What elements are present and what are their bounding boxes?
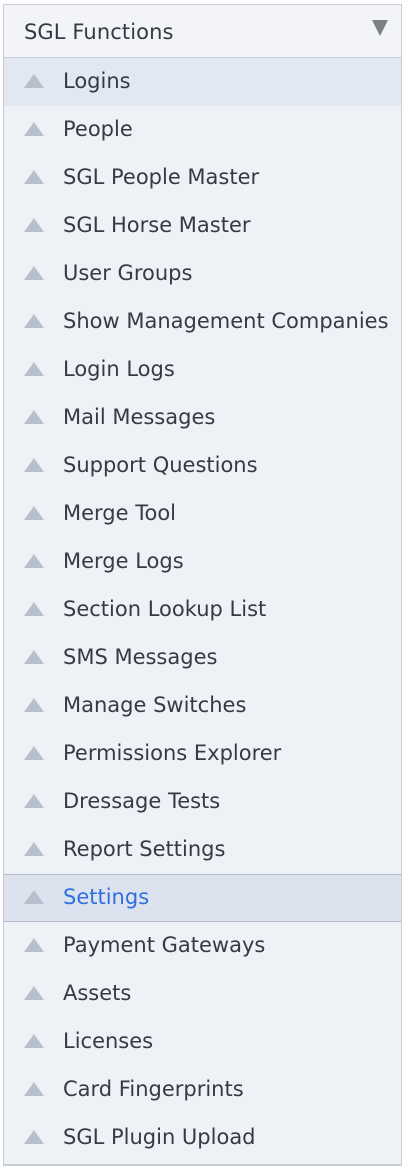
menu-item-label: SGL Plugin Upload <box>63 1125 256 1149</box>
menu-item-label: SMS Messages <box>63 645 218 669</box>
menu-item-manage-switches[interactable]: Manage Switches <box>4 682 401 730</box>
menu-item-label: Support Questions <box>63 453 258 477</box>
menu-item-people[interactable]: People <box>4 106 401 154</box>
caret-down-icon[interactable] <box>372 20 388 36</box>
menu-item-user-groups[interactable]: User Groups <box>4 250 401 298</box>
triangle-up-icon <box>24 842 44 856</box>
triangle-up-icon <box>24 74 44 88</box>
triangle-up-icon <box>24 362 44 376</box>
menu-item-label: Mail Messages <box>63 405 216 429</box>
menu-item-settings[interactable]: Settings <box>4 874 401 922</box>
menu-item-label: Payment Gateways <box>63 933 266 957</box>
triangle-up-icon <box>24 794 44 808</box>
menu-item-label: SGL Horse Master <box>63 213 251 237</box>
menu-item-label: Licenses <box>63 1029 154 1053</box>
triangle-up-icon <box>24 746 44 760</box>
triangle-up-icon <box>24 218 44 232</box>
panel-title: SGL Functions <box>24 20 174 44</box>
menu-item-permissions-explorer[interactable]: Permissions Explorer <box>4 730 401 778</box>
menu-item-section-lookup-list[interactable]: Section Lookup List <box>4 586 401 634</box>
menu-item-label: Settings <box>63 885 150 909</box>
triangle-up-icon <box>24 410 44 424</box>
triangle-up-icon <box>24 1082 44 1096</box>
menu-item-report-settings[interactable]: Report Settings <box>4 826 401 874</box>
triangle-up-icon <box>24 890 44 904</box>
menu-item-label: Section Lookup List <box>63 597 267 621</box>
menu-item-label: Manage Switches <box>63 693 247 717</box>
menu-item-label: People <box>63 117 133 141</box>
menu-item-show-management-companies[interactable]: Show Management Companies <box>4 298 401 346</box>
menu-item-support-questions[interactable]: Support Questions <box>4 442 401 490</box>
triangle-up-icon <box>24 602 44 616</box>
sgl-functions-panel: SGL Functions Logins People SGL People M… <box>3 4 402 1164</box>
menu-item-merge-logs[interactable]: Merge Logs <box>4 538 401 586</box>
menu-item-payment-gateways[interactable]: Payment Gateways <box>4 922 401 970</box>
menu-item-licenses[interactable]: Licenses <box>4 1018 401 1066</box>
functions-menu: Logins People SGL People Master SGL Hors… <box>4 58 401 1162</box>
menu-item-label: Merge Tool <box>63 501 177 525</box>
triangle-up-icon <box>24 266 44 280</box>
menu-item-label: Merge Logs <box>63 549 184 573</box>
triangle-up-icon <box>24 986 44 1000</box>
menu-item-label: Card Fingerprints <box>63 1077 244 1101</box>
menu-item-assets[interactable]: Assets <box>4 970 401 1018</box>
menu-item-label: Assets <box>63 981 132 1005</box>
menu-item-label: Permissions Explorer <box>63 741 282 765</box>
triangle-up-icon <box>24 506 44 520</box>
triangle-up-icon <box>24 1034 44 1048</box>
menu-item-sgl-horse-master[interactable]: SGL Horse Master <box>4 202 401 250</box>
triangle-up-icon <box>24 554 44 568</box>
triangle-up-icon <box>24 314 44 328</box>
panel-header[interactable]: SGL Functions <box>4 5 401 58</box>
menu-item-dressage-tests[interactable]: Dressage Tests <box>4 778 401 826</box>
triangle-up-icon <box>24 1130 44 1144</box>
menu-item-label: Show Management Companies <box>63 309 389 333</box>
menu-item-sgl-plugin-upload[interactable]: SGL Plugin Upload <box>4 1114 401 1162</box>
menu-item-label: SGL People Master <box>63 165 260 189</box>
menu-item-sgl-people-master[interactable]: SGL People Master <box>4 154 401 202</box>
menu-item-merge-tool[interactable]: Merge Tool <box>4 490 401 538</box>
triangle-up-icon <box>24 650 44 664</box>
triangle-up-icon <box>24 698 44 712</box>
triangle-up-icon <box>24 122 44 136</box>
triangle-up-icon <box>24 938 44 952</box>
menu-item-label: Dressage Tests <box>63 789 221 813</box>
menu-item-sms-messages[interactable]: SMS Messages <box>4 634 401 682</box>
menu-item-login-logs[interactable]: Login Logs <box>4 346 401 394</box>
menu-item-card-fingerprints[interactable]: Card Fingerprints <box>4 1066 401 1114</box>
panel-bottom-border <box>3 1164 402 1166</box>
menu-item-label: Report Settings <box>63 837 226 861</box>
menu-item-label: Login Logs <box>63 357 175 381</box>
menu-item-mail-messages[interactable]: Mail Messages <box>4 394 401 442</box>
menu-item-label: User Groups <box>63 261 193 285</box>
triangle-up-icon <box>24 458 44 472</box>
menu-item-logins[interactable]: Logins <box>4 58 401 106</box>
triangle-up-icon <box>24 170 44 184</box>
menu-item-label: Logins <box>63 69 131 93</box>
